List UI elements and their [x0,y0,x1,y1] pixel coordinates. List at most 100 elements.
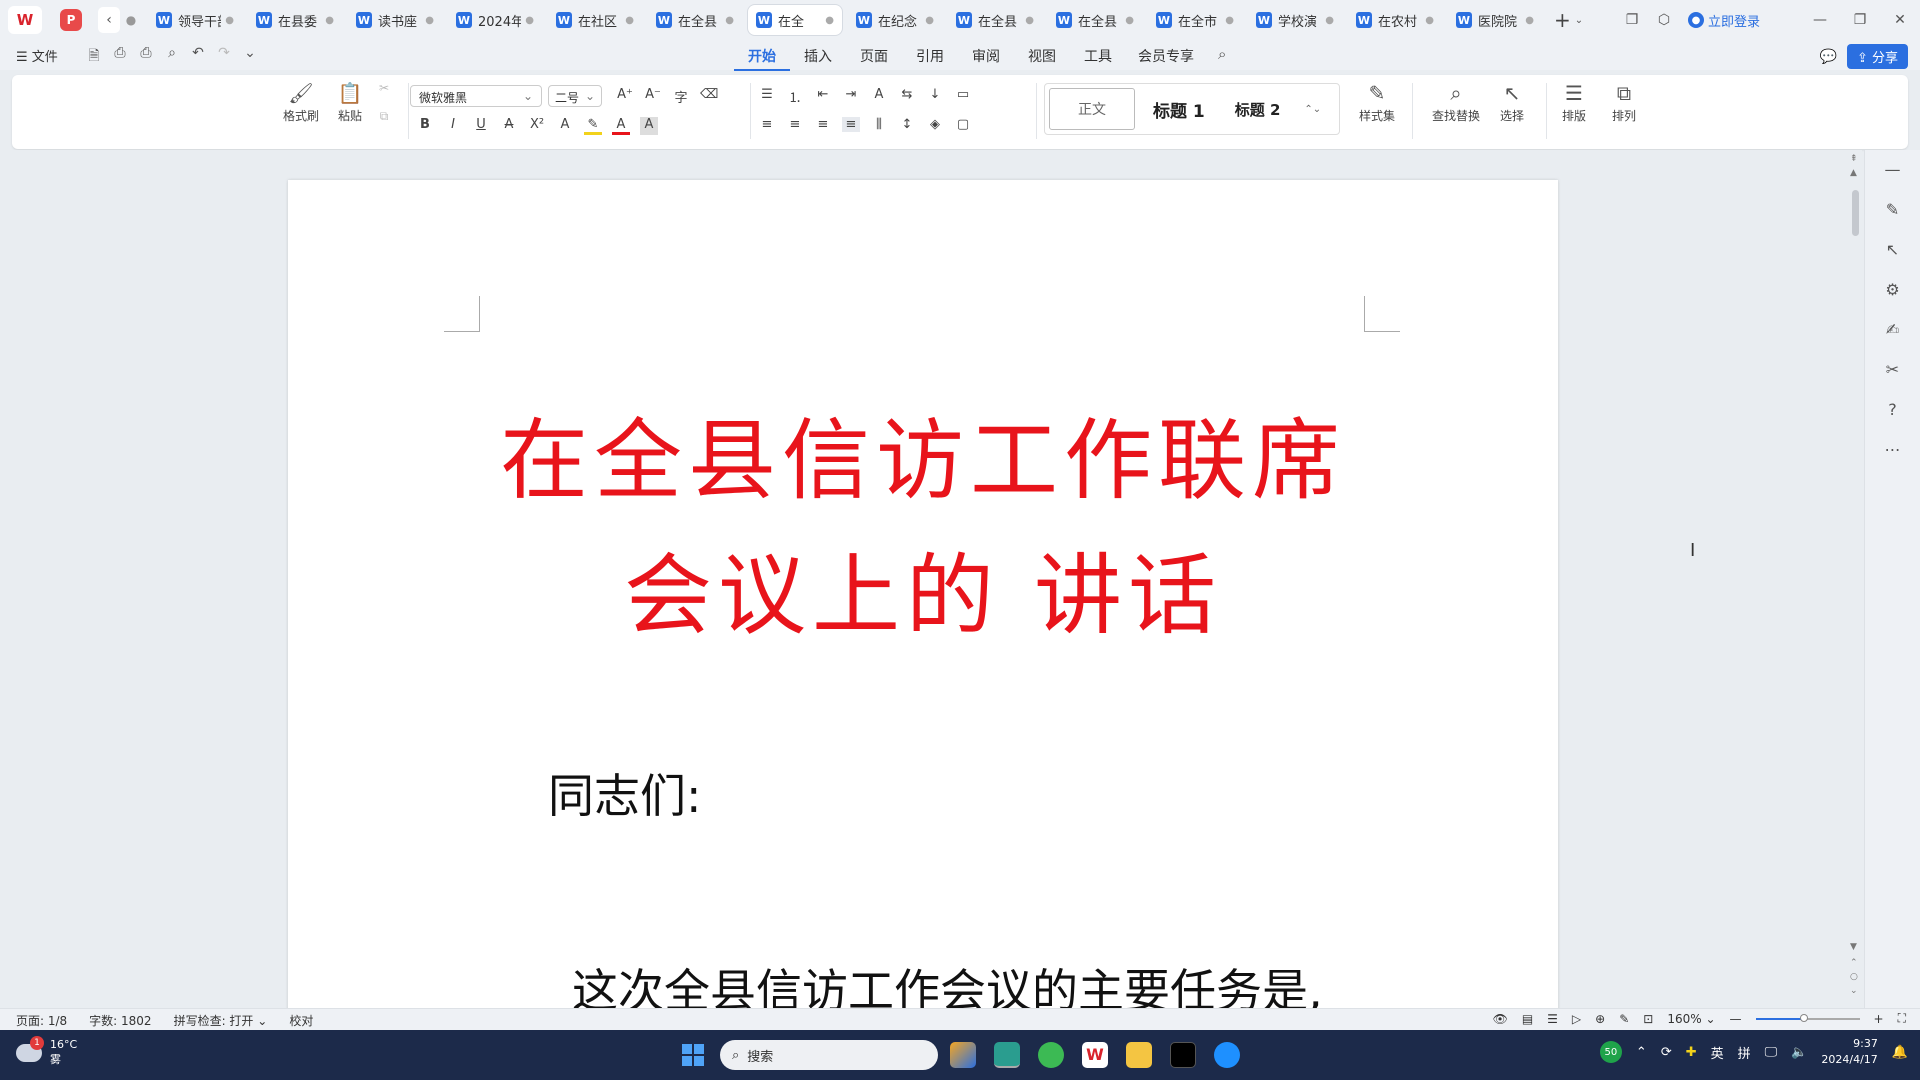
document-tab[interactable]: W 医院院 ● [1448,5,1542,35]
superscript-icon[interactable]: X² [528,117,546,135]
menu-tab[interactable]: 开始 [734,46,790,71]
play-icon[interactable]: ▷ [1572,1012,1581,1026]
ime-mode[interactable]: 拼 [1738,1043,1751,1062]
chevron-up-icon[interactable]: ⌃ [1636,1045,1647,1060]
chevron-down-icon[interactable]: ⌄ [1575,15,1583,26]
highlight-icon[interactable]: ✎ [584,117,602,135]
menu-tab[interactable]: 页面 [846,46,902,71]
style-heading-2[interactable]: 标题 2 [1235,99,1281,120]
tab-close-icon[interactable]: ● [1425,15,1434,26]
shrink-font-icon[interactable]: A⁻ [644,87,662,106]
document-tab[interactable]: W 在全县 ● [1048,5,1142,35]
shading-icon[interactable]: ◈ [926,117,944,132]
vertical-scrollbar[interactable]: ⇞ ▲ ▼ ⌃ ○ ⌄ [1848,150,1864,1008]
tab-close-icon[interactable]: ● [525,15,534,26]
edit-doc-icon[interactable]: ✍ [1865,310,1920,350]
align-center-icon[interactable]: ≡ [786,117,804,132]
style-normal[interactable]: 正文 [1049,88,1135,130]
align-left-icon[interactable]: ≡ [758,117,776,132]
proofread-button[interactable]: 校对 [289,1012,313,1029]
style-heading-1[interactable]: 标题 1 [1153,97,1205,122]
minimize-icon[interactable]: — [1800,12,1840,28]
collapse-icon[interactable]: — [1865,150,1920,190]
document-tab[interactable]: W 在全县 ● [948,5,1042,35]
tab-close-icon[interactable]: ● [825,15,834,26]
volume-icon[interactable]: 🔈 [1791,1045,1807,1060]
tab-close-icon[interactable]: ● [425,15,434,26]
swap-icon[interactable]: ⇆ [898,87,916,106]
tab-close-icon[interactable]: ● [1025,15,1034,26]
ruler-icon[interactable]: ▭ [954,87,972,106]
bullets-icon[interactable]: ☰ [758,87,776,106]
tab-close-icon[interactable]: ● [725,15,734,26]
comment-icon[interactable]: 💬 [1820,49,1837,65]
tray-badge[interactable]: 50 [1599,1041,1622,1063]
find-replace-button[interactable]: ⌕ 查找替换 [1424,81,1488,124]
strikethrough-icon[interactable]: A [500,117,518,135]
print-icon[interactable]: ⎙ [136,45,156,69]
restore-icon[interactable]: ❐ [1840,12,1880,28]
sort-icon[interactable]: ↓ [926,87,944,106]
zoom-out-icon[interactable]: — [1730,1012,1742,1026]
file-menu[interactable]: ☰ 文件 [16,46,58,65]
word-count[interactable]: 字数: 1802 [89,1012,151,1029]
scroll-up-icon[interactable]: ▲ [1850,168,1857,178]
zoom-level[interactable]: 160% ⌄ [1667,1012,1715,1026]
document-tab[interactable]: W 在全市 ● [1148,5,1242,35]
arrange-button[interactable]: ⧉ 排列 [1604,81,1644,124]
pointer-icon[interactable]: ↖ [1865,230,1920,270]
font-name-select[interactable]: 微软雅黑 ⌄ [410,85,542,107]
border-icon[interactable]: ▢ [954,117,972,132]
weather-widget[interactable]: 1 16°C 雾 [16,1035,77,1067]
menu-tab[interactable]: 审阅 [958,46,1014,71]
page-count[interactable]: 页面: 1/8 [16,1012,67,1029]
document-tab[interactable]: W 读书座 ● [348,5,442,35]
scroll-thumb[interactable] [1852,190,1859,236]
prev-page-icon[interactable]: ⌃ [1850,958,1858,968]
customize-chevron-icon[interactable]: ⌄ [240,45,260,69]
zoom-slider-knob[interactable] [1800,1013,1809,1022]
gallery-scroll-icon[interactable]: ⌃⌄ [1304,104,1321,115]
ime-language[interactable]: 英 [1711,1043,1724,1062]
browser-app-icon[interactable] [994,1042,1020,1068]
underline-icon[interactable]: U [472,117,490,135]
copy-icon[interactable]: ⧉ [374,109,394,124]
more-icon[interactable]: ⋯ [1865,430,1920,470]
pen-mode-icon[interactable]: ✎ [1619,1012,1629,1026]
new-tab-icon[interactable]: + [1554,8,1571,32]
style-set-button[interactable]: ✎ 样式集 [1352,81,1402,124]
zoom-slider[interactable] [1755,1013,1860,1022]
fit-page-icon[interactable]: ⊡ [1643,1012,1653,1026]
justify-icon[interactable]: ≡ [842,117,860,132]
settings-sliders-icon[interactable]: ⚙ [1865,270,1920,310]
distributed-icon[interactable]: ⫼ [870,117,888,132]
cut-icon[interactable]: ✂ [374,81,394,95]
wps-app-icon[interactable]: W [1082,1042,1108,1068]
next-page-icon[interactable]: ⌄ [1850,986,1858,996]
document-tab[interactable]: W 2024年 ● [448,5,542,35]
grow-font-icon[interactable]: A⁺ [616,87,634,106]
char-shading-icon[interactable]: A [640,117,658,135]
decrease-indent-icon[interactable]: ⇤ [814,87,832,106]
select-button[interactable]: ↖ 选择 [1492,81,1532,124]
line-spacing-icon[interactable]: ↕ [898,117,916,132]
menu-tab[interactable]: 会员专享 [1126,46,1206,71]
outline-view-icon[interactable]: ☰ [1547,1012,1558,1026]
share-button[interactable]: ⇪ 分享 [1846,44,1908,69]
network-icon[interactable]: 🖵 [1765,1045,1778,1060]
green-app-icon[interactable] [1038,1042,1064,1068]
scroll-top-icon[interactable]: ⇞ [1850,154,1858,164]
document-tab[interactable]: W 在社区 ● [548,5,642,35]
print-preview-icon[interactable]: ⌕ [162,45,182,69]
file-explorer-icon[interactable] [1126,1042,1152,1068]
eye-protect-icon[interactable]: 👁 [1493,1012,1508,1026]
spell-check-toggle[interactable]: 拼写检查: 打开 ⌄ [174,1012,268,1029]
export-icon[interactable]: ⎙ [110,45,130,69]
document-tab[interactable]: W 在全县 ● [648,5,742,35]
search-icon[interactable]: ⌕ [1218,45,1226,63]
numbering-icon[interactable]: ⒈ [786,87,804,106]
tab-close-icon[interactable]: ● [1325,15,1334,26]
back-arrow-icon[interactable]: ‹ [98,7,120,33]
document-tab[interactable]: W 在农村 ● [1348,5,1442,35]
tab-close-icon[interactable]: ● [225,15,234,26]
